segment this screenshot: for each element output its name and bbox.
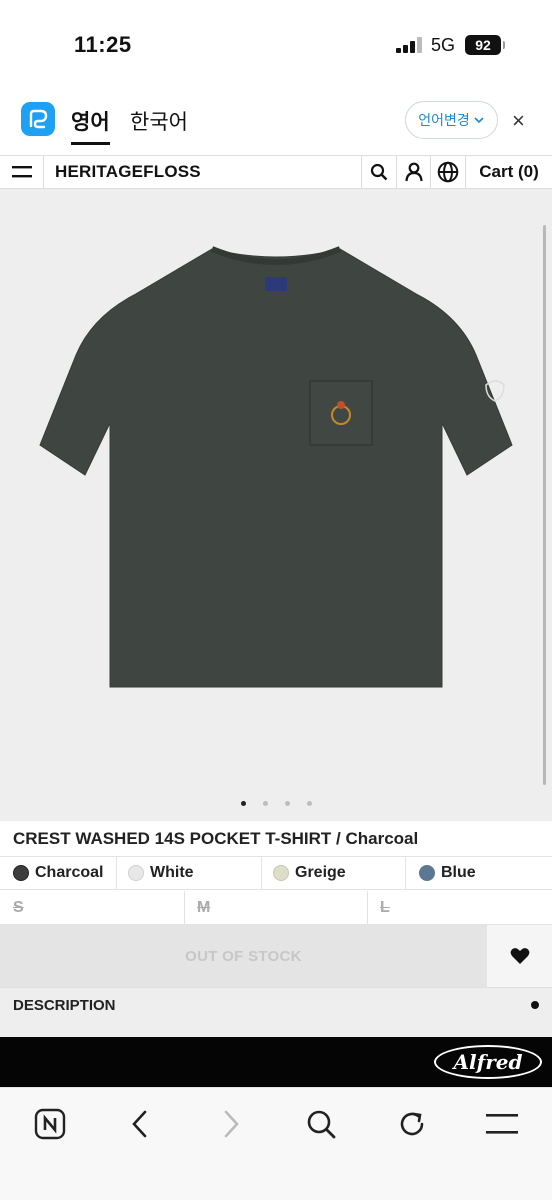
gallery-dot[interactable] [306, 801, 312, 806]
gallery-pagination [0, 801, 552, 806]
hamburger-icon [11, 166, 32, 178]
color-label: Blue [441, 864, 476, 881]
status-time: 11:25 [74, 32, 132, 57]
globe-icon [437, 161, 459, 183]
hamburger-icon [486, 1114, 518, 1134]
naver-home-button[interactable] [32, 1106, 68, 1142]
gallery-dot[interactable] [262, 801, 268, 806]
status-bar: 11:25 5G 92 [0, 0, 552, 92]
color-label: White [150, 864, 194, 881]
chevron-left-icon [132, 1110, 147, 1138]
product-gallery[interactable] [0, 189, 552, 821]
color-label: Charcoal [35, 864, 104, 881]
purchase-row: OUT OF STOCK [0, 925, 552, 987]
cart-button[interactable]: Cart (0) [466, 156, 552, 188]
tab-korean[interactable]: 한국어 [130, 106, 188, 136]
site-header: HERITAGEFLOSS Cart (0) [0, 155, 552, 189]
close-icon[interactable]: × [512, 108, 525, 134]
heart-icon [510, 948, 529, 964]
description-label: DESCRIPTION [13, 997, 116, 1014]
chevron-down-icon [474, 117, 484, 124]
change-language-button[interactable]: 언어변경 [405, 101, 498, 139]
color-swatch [128, 865, 144, 881]
naver-icon [34, 1108, 66, 1140]
size-option-m[interactable]: M [185, 891, 368, 924]
description-accordion[interactable]: DESCRIPTION [0, 987, 552, 1037]
refresh-button[interactable] [394, 1106, 430, 1142]
size-options: S M L [0, 891, 552, 925]
wishlist-button[interactable] [487, 925, 552, 987]
color-option-blue[interactable]: Blue [406, 857, 552, 889]
search-button[interactable] [362, 156, 397, 188]
color-option-charcoal[interactable]: Charcoal [0, 857, 117, 889]
back-button[interactable] [122, 1106, 158, 1142]
network-type: 5G [431, 35, 456, 55]
color-label: Greige [295, 864, 346, 881]
signal-icon [396, 37, 422, 53]
color-option-white[interactable]: White [117, 857, 262, 889]
menu-button[interactable] [484, 1106, 520, 1142]
user-icon [404, 162, 423, 182]
color-swatch [419, 865, 435, 881]
gallery-dot[interactable] [240, 801, 246, 806]
expand-indicator-icon [531, 1001, 539, 1009]
translate-bar: 영어 한국어 언어변경 × [0, 92, 552, 152]
alfred-logo: Alfred [434, 1045, 542, 1079]
search-button[interactable] [303, 1106, 339, 1142]
gallery-dot[interactable] [284, 801, 290, 806]
battery-icon: 92 [465, 35, 505, 55]
page: 11:25 5G 92 영어 한국어 언어변경 × HERITAGEFLOSS … [0, 0, 552, 1200]
forward-button[interactable] [213, 1106, 249, 1142]
search-icon [370, 163, 388, 181]
size-option-s[interactable]: S [0, 891, 185, 924]
color-swatch [273, 865, 289, 881]
size-label: S [13, 898, 24, 916]
tab-english[interactable]: 영어 [71, 106, 110, 145]
size-label: M [197, 898, 211, 916]
product-image [39, 246, 513, 688]
browser-toolbar [0, 1087, 552, 1200]
battery-level: 92 [475, 37, 491, 53]
color-option-greige[interactable]: Greige [262, 857, 406, 889]
out-of-stock-button[interactable]: OUT OF STOCK [0, 925, 487, 987]
brand-logo[interactable]: HERITAGEFLOSS [44, 156, 362, 188]
chevron-right-icon [224, 1110, 239, 1138]
account-button[interactable] [397, 156, 431, 188]
language-button[interactable] [431, 156, 466, 188]
search-icon [307, 1110, 336, 1139]
color-swatch [13, 865, 29, 881]
promo-banner[interactable]: Alfred [0, 1037, 552, 1087]
size-label: L [380, 898, 390, 916]
change-language-label: 언어변경 [418, 112, 470, 128]
color-options: Charcoal White Greige Blue [0, 856, 552, 890]
translate-app-icon[interactable] [21, 102, 55, 136]
product-title: CREST WASHED 14S POCKET T-SHIRT / Charco… [0, 821, 552, 857]
size-option-l[interactable]: L [368, 891, 552, 924]
scrollbar[interactable] [543, 225, 546, 785]
menu-button[interactable] [0, 156, 44, 188]
refresh-icon [400, 1112, 424, 1136]
